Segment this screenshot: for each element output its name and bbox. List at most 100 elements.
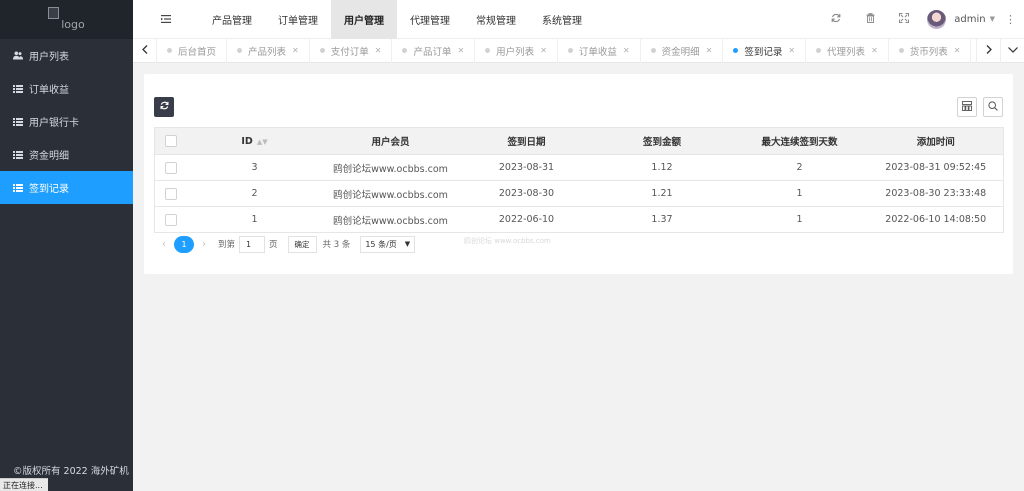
close-icon[interactable]: ✕ [292, 46, 299, 55]
tab-user-list[interactable]: 用户列表 ✕ [475, 38, 558, 63]
broken-image-icon [48, 7, 60, 19]
tab-dashboard[interactable]: 后台首页 [157, 38, 228, 63]
tab-dot [898, 48, 904, 53]
column-filter-button[interactable] [957, 97, 977, 117]
tab-payment-orders[interactable]: 支付订单 ✕ [310, 38, 393, 63]
tab-label: 货币列表 [909, 46, 948, 58]
status-bar: 正在连接... [0, 478, 48, 491]
tab-fund-details[interactable]: 资金明细 ✕ [641, 38, 724, 63]
goto-page-input[interactable] [239, 235, 266, 253]
nav-general-management[interactable]: 常规管理 [463, 0, 529, 39]
nav-order-management[interactable]: 订单管理 [265, 0, 331, 39]
sidebar-item-label: 用户银行卡 [29, 118, 79, 129]
sidebar-item-label: 签到记录 [29, 184, 69, 195]
row-checkbox[interactable] [165, 161, 178, 174]
chevron-right-icon [986, 44, 992, 57]
list-icon [13, 84, 23, 94]
caret-down-icon[interactable]: ▼ [990, 15, 995, 23]
close-icon[interactable]: ✕ [788, 46, 795, 55]
sidebar-item-user-list[interactable]: 用户列表 [0, 39, 133, 72]
close-icon[interactable]: ✕ [540, 46, 547, 55]
refresh-page-button[interactable] [819, 13, 853, 26]
table-refresh-button[interactable] [154, 97, 174, 117]
column-header-id[interactable]: ID ▲▼ [187, 127, 322, 155]
logo[interactable]: logo [0, 0, 133, 39]
sidebar-item-fund-details[interactable]: 资金明细 [0, 138, 133, 171]
nav-user-management[interactable]: 用户管理 [331, 0, 397, 39]
copyright: ©版权所有 2022 海外矿机 [13, 466, 129, 477]
row-checkbox[interactable] [165, 187, 178, 200]
checkin-records-table: ID ▲▼ 用户会员 签到日期 签到金额 最大连续签到天数 添加时间 3 鸥创论坛… [154, 127, 1004, 233]
row-checkbox[interactable] [165, 213, 178, 226]
page-size-select[interactable]: 15 条/页 ▼ [360, 235, 416, 253]
sidebar-item-label: 资金明细 [29, 151, 69, 162]
logo-alt-text: logo [61, 18, 85, 31]
users-icon [13, 51, 23, 61]
fullscreen-button[interactable] [887, 12, 921, 26]
tab-list: 后台首页 产品列表 ✕ 支付订单 ✕ 产品订单 ✕ 用户列表 ✕ 订单收益 ✕ 资金明细 ✕… [157, 38, 976, 63]
sidebar: logo 用户列表 订单收益 用户银行卡 资金明细 签到记录 ©版权所有 202… [0, 0, 133, 491]
nav-system-management[interactable]: 系统管理 [529, 0, 595, 39]
more-vertical-icon[interactable]: ⋮ [1005, 13, 1016, 26]
goto-confirm-button[interactable]: 确定 [287, 235, 317, 253]
cell-id: 2 [187, 180, 322, 207]
close-icon[interactable]: ✕ [871, 46, 878, 55]
username[interactable]: admin [954, 14, 985, 25]
cell-member: 鸥创论坛www.ocbbs.com [321, 206, 460, 233]
table-row: 1 鸥创论坛www.ocbbs.com 2022-06-10 1.37 1 20… [154, 206, 1004, 233]
sidebar-item-label: 用户列表 [29, 52, 69, 63]
table-search-button[interactable] [983, 97, 1003, 117]
tab-dot [567, 48, 573, 53]
tab-product-orders[interactable]: 产品订单 ✕ [392, 38, 476, 63]
close-icon[interactable]: ✕ [623, 46, 630, 55]
tab-agent-list[interactable]: 代理列表 ✕ [806, 38, 889, 63]
list-icon [13, 150, 23, 160]
tabs-scroll-left-button[interactable] [133, 38, 157, 63]
tab-dot [167, 48, 172, 53]
tabs-scroll-right-button[interactable] [976, 38, 1000, 63]
avatar[interactable] [927, 9, 947, 29]
sidebar-item-user-bank-card[interactable]: 用户银行卡 [0, 105, 133, 138]
page-size-value: 15 条/页 [365, 239, 397, 249]
tab-label: 用户列表 [496, 46, 535, 58]
nav-product-management[interactable]: 产品管理 [199, 0, 265, 39]
close-icon[interactable]: ✕ [457, 46, 464, 55]
prev-page-icon[interactable]: ‹ [154, 239, 174, 250]
total-count: 共 3 条 [322, 240, 351, 250]
tab-label: 产品列表 [248, 46, 287, 58]
column-header-checkin-amount: 签到金额 [593, 127, 731, 155]
tab-product-list[interactable]: 产品列表 ✕ [227, 38, 310, 63]
tab-checkin-records[interactable]: 签到记录 ✕ [723, 38, 807, 63]
top-header: 产品管理 订单管理 用户管理 代理管理 常规管理 系统管理 admin ▼ ⋮ [133, 0, 1024, 39]
sidebar-menu: 用户列表 订单收益 用户银行卡 资金明细 签到记录 [0, 39, 133, 204]
tab-order-earnings[interactable]: 订单收益 ✕ [558, 38, 641, 63]
tab-label: 资金明细 [661, 46, 700, 58]
nav-agent-management[interactable]: 代理管理 [397, 0, 463, 39]
row-select-cell[interactable] [154, 180, 188, 207]
close-icon[interactable]: ✕ [954, 46, 961, 55]
cell-id: 1 [187, 206, 322, 233]
cell-member: 鸥创论坛www.ocbbs.com [321, 154, 460, 181]
current-page-button[interactable]: 1 [174, 235, 194, 253]
select-all-cell[interactable] [154, 127, 188, 155]
tab-label: 代理列表 [827, 46, 866, 58]
row-select-cell[interactable] [154, 154, 188, 181]
tabs-menu-button[interactable] [1000, 38, 1024, 63]
menu-toggle-button[interactable] [133, 13, 199, 26]
tab-currency-list[interactable]: 货币列表 ✕ [889, 38, 972, 63]
column-header-checkin-date: 签到日期 [459, 127, 594, 155]
chevron-left-icon [141, 44, 148, 57]
clear-cache-button[interactable] [853, 12, 887, 26]
column-header-max-streak: 最大连续签到天数 [730, 127, 869, 155]
sidebar-item-checkin-records[interactable]: 签到记录 [0, 171, 133, 204]
pagination: ‹ 1 › 到第 页 确定 共 3 条 15 条/页 ▼ [154, 235, 416, 253]
columns-icon [962, 100, 972, 114]
select-all-checkbox[interactable] [165, 135, 178, 147]
sidebar-item-order-earnings[interactable]: 订单收益 [0, 72, 133, 105]
sort-icon[interactable]: ▲▼ [257, 138, 268, 146]
next-page-icon[interactable]: › [194, 239, 214, 250]
cell-date: 2023-08-31 [459, 154, 594, 181]
close-icon[interactable]: ✕ [375, 46, 382, 55]
row-select-cell[interactable] [154, 206, 188, 233]
close-icon[interactable]: ✕ [706, 46, 713, 55]
